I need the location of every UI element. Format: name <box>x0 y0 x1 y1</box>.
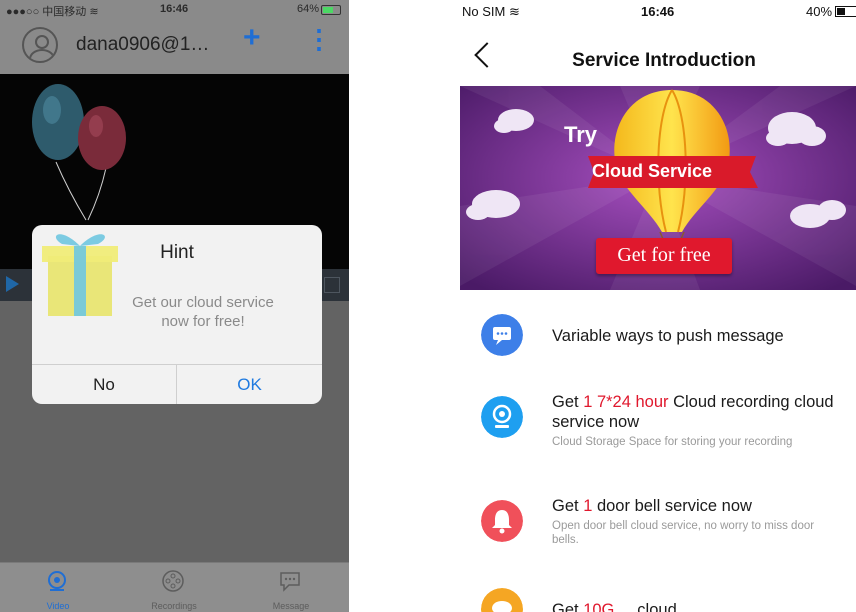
highlight-text: 10G <box>583 601 615 612</box>
dialog-message: Get our cloud service now for free! <box>132 294 274 330</box>
feature-title: Variable ways to push message <box>552 327 784 345</box>
highlight-text: 1 <box>583 497 593 515</box>
tab-label: Video <box>46 601 70 611</box>
highlight-text: 1 7*24 hour <box>583 393 669 411</box>
feature-title: Get 1 7*24 hour Cloud recording cloud se… <box>552 393 834 431</box>
feature-subtitle: Open door bell cloud service, no worry t… <box>552 520 815 546</box>
top-bar: dana0906@1… + ⋮ <box>0 18 349 74</box>
feature-text: Get 10G ... cloud ... <box>552 600 842 612</box>
tab-label: Message <box>272 601 310 611</box>
battery-percent: 64% <box>296 3 319 15</box>
nav-bar: Service Introduction <box>460 38 856 82</box>
dialog-buttons: No OK <box>32 364 322 404</box>
clock: 16:46 <box>641 4 675 19</box>
page-title: Service Introduction <box>572 50 756 71</box>
feature-title: Get 10G ... cloud ... <box>552 600 842 612</box>
no-button[interactable]: No <box>32 365 177 404</box>
ok-button[interactable]: OK <box>177 365 322 404</box>
status-bar: ●●●○○ 中国移动 ≋ 16:46 64% <box>0 0 349 18</box>
chat-icon <box>481 314 523 356</box>
get-for-free-button[interactable]: Get for free <box>596 238 732 274</box>
feature-text: Get 1 7*24 hour Cloud recording cloud se… <box>552 392 842 449</box>
avatar-icon[interactable] <box>22 27 58 63</box>
left-phone-screen: ●●●○○ 中国移动 ≋ 16:46 64% dana0906@1… + ⋮ H… <box>0 0 349 612</box>
banner-try-text: Try <box>564 122 598 147</box>
carrier-label: No SIM ≋ <box>462 4 520 19</box>
tab-recordings[interactable]: Recordings <box>116 563 232 612</box>
feature-text: Get 1 door bell service now Open door be… <box>552 496 842 547</box>
tab-message[interactable]: Message <box>233 563 349 612</box>
clock: 16:46 <box>160 3 189 15</box>
bell-icon <box>481 500 523 542</box>
right-phone-screen: No SIM ≋ 16:46 40% Service Introduction <box>460 0 856 612</box>
tab-video[interactable]: Video <box>0 563 116 612</box>
camera-icon <box>48 571 66 591</box>
status-bar: No SIM ≋ 16:46 40% <box>460 0 856 22</box>
banner-ribbon-text: Cloud Service <box>592 161 713 181</box>
tab-bar: Video Recordings Message <box>0 562 349 612</box>
cloud-icon <box>481 588 523 612</box>
battery-percent: 40% <box>806 4 833 19</box>
account-name[interactable]: dana0906@1… <box>76 34 209 56</box>
promo-banner[interactable]: Try Cloud Service Get for free <box>460 86 856 290</box>
webcam-icon <box>481 396 523 438</box>
more-menu-button[interactable]: ⋮ <box>306 26 332 52</box>
feature-subtitle: Cloud Storage Space for storing your rec… <box>552 436 793 448</box>
gift-box-icon <box>42 234 118 316</box>
film-reel-icon <box>162 570 184 592</box>
tab-label: Recordings <box>151 601 197 611</box>
carrier-label: ●●●○○ 中国移动 ≋ <box>6 6 99 18</box>
battery-icon <box>835 6 856 17</box>
chat-bubble-icon <box>280 572 300 592</box>
battery-icon <box>321 5 341 15</box>
add-device-button[interactable]: + <box>243 23 261 53</box>
balloons-illustration <box>32 84 126 221</box>
feature-title: Get 1 door bell service now <box>552 497 752 515</box>
feature-text: Variable ways to push message <box>552 326 842 346</box>
